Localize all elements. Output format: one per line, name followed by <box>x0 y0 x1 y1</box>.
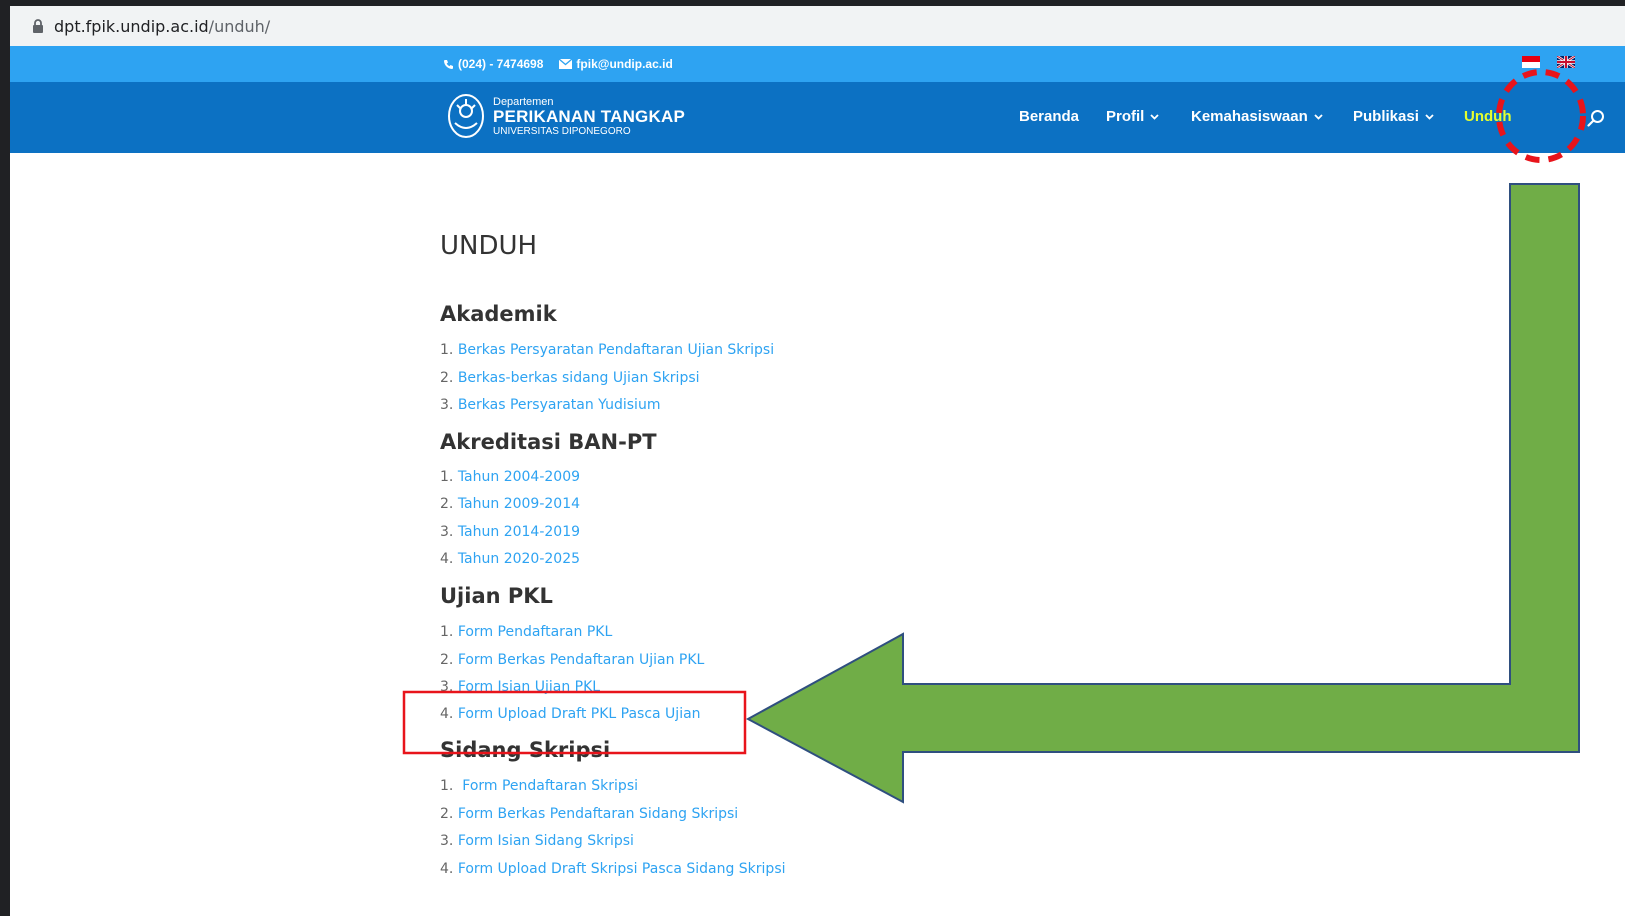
nav-kemahasiswaan[interactable]: Kemahasiswaan <box>1191 108 1323 125</box>
list-item: 4. Tahun 2020-2025 <box>440 551 580 567</box>
list-item: 1. Tahun 2004-2009 <box>440 469 580 485</box>
download-link[interactable]: Tahun 2004-2009 <box>458 469 580 485</box>
section-title-akademik: Akademik <box>440 302 557 326</box>
phone-text: (024) - 7474698 <box>458 57 544 71</box>
item-number: 1. <box>440 778 454 794</box>
url-path: /unduh/ <box>208 17 271 36</box>
download-link[interactable]: Tahun 2014-2019 <box>458 524 580 540</box>
download-link[interactable]: Berkas Persyaratan Yudisium <box>458 397 661 413</box>
undip-seal-icon <box>448 94 484 138</box>
item-number: 2. <box>440 370 454 386</box>
browser-window: dpt.fpik.undip.ac.id/unduh/ (024) - 7474… <box>10 6 1625 916</box>
item-number: 3. <box>440 524 454 540</box>
list-item: 3. Berkas Persyaratan Yudisium <box>440 397 660 413</box>
nav-profil-label: Profil <box>1106 108 1145 125</box>
item-number: 4. <box>440 861 454 877</box>
nav-unduh[interactable]: Unduh <box>1464 108 1511 125</box>
chevron-down-icon <box>1425 113 1434 120</box>
item-number: 1. <box>440 624 454 640</box>
list-item: 3. Form Isian Sidang Skripsi <box>440 833 634 849</box>
email-contact[interactable]: fpik@undip.ac.id <box>559 57 673 71</box>
item-number: 1. <box>440 342 454 358</box>
flag-id-icon[interactable] <box>1522 56 1540 68</box>
logo-line3: UNIVERSITAS DIPONEGORO <box>493 125 631 137</box>
chevron-down-icon <box>1150 113 1159 120</box>
list-item: 2. Tahun 2009-2014 <box>440 496 580 512</box>
list-item: 3. Form Isian Ujian PKL <box>440 679 600 695</box>
nav-publikasi[interactable]: Publikasi <box>1353 108 1434 125</box>
download-link[interactable]: Tahun 2009-2014 <box>458 496 580 512</box>
page-title: UNDUH <box>440 231 538 261</box>
phone-contact: (024) - 7474698 <box>443 57 543 71</box>
section-title-sidang-skripsi: Sidang Skripsi <box>440 738 611 762</box>
site-logo[interactable]: Departemen PERIKANAN TANGKAP UNIVERSITAS… <box>447 93 685 139</box>
item-number: 3. <box>440 679 454 695</box>
list-item: 1. Berkas Persyaratan Pendaftaran Ujian … <box>440 342 774 358</box>
nav-unduh-label: Unduh <box>1464 108 1512 125</box>
url-text[interactable]: dpt.fpik.undip.ac.id/unduh/ <box>54 17 270 36</box>
chevron-down-icon <box>1314 113 1323 120</box>
lock-icon <box>33 19 43 33</box>
logo-line1: Departemen <box>493 95 554 108</box>
list-item: 2. Berkas-berkas sidang Ujian Skripsi <box>440 370 700 386</box>
email-icon <box>559 59 573 69</box>
logo-line2: PERIKANAN TANGKAP <box>493 106 685 126</box>
top-contact-bar: (024) - 7474698 fpik@undip.ac.id <box>10 46 1625 82</box>
download-link[interactable]: Tahun 2020-2025 <box>458 551 580 567</box>
download-link[interactable]: Form Pendaftaran PKL <box>458 624 612 640</box>
nav-kemahasiswaan-label: Kemahasiswaan <box>1191 108 1308 125</box>
download-link[interactable]: Berkas-berkas sidang Ujian Skripsi <box>458 370 700 386</box>
search-icon[interactable] <box>1587 109 1605 127</box>
download-link[interactable]: Form Upload Draft Skripsi Pasca Sidang S… <box>458 861 786 877</box>
list-item: 1. Form Pendaftaran Skripsi <box>440 778 638 794</box>
download-link[interactable]: Form Upload Draft PKL Pasca Ujian <box>458 706 701 722</box>
section-title-akreditasi: Akreditasi BAN-PT <box>440 430 657 454</box>
list-item: 4. Form Upload Draft PKL Pasca Ujian <box>440 706 701 722</box>
list-item: 2. Form Berkas Pendaftaran Ujian PKL <box>440 652 704 668</box>
phone-icon <box>444 59 453 69</box>
download-link[interactable]: Berkas Persyaratan Pendaftaran Ujian Skr… <box>458 342 774 358</box>
list-item: 2. Form Berkas Pendaftaran Sidang Skrips… <box>440 806 738 822</box>
nav-beranda[interactable]: Beranda <box>1019 108 1079 125</box>
item-number: 2. <box>440 806 454 822</box>
download-link[interactable]: Form Isian Ujian PKL <box>458 679 600 695</box>
address-bar[interactable]: dpt.fpik.undip.ac.id/unduh/ <box>10 6 1625 46</box>
nav-profil[interactable]: Profil <box>1106 108 1159 125</box>
list-item: 4. Form Upload Draft Skripsi Pasca Sidan… <box>440 861 786 877</box>
nav-beranda-label: Beranda <box>1019 108 1080 125</box>
section-title-ujian-pkl: Ujian PKL <box>440 584 553 608</box>
list-item: 1. Form Pendaftaran PKL <box>440 624 612 640</box>
flag-uk-icon[interactable] <box>1557 56 1575 68</box>
item-number: 3. <box>440 397 454 413</box>
email-text: fpik@undip.ac.id <box>576 57 673 71</box>
item-number: 4. <box>440 551 454 567</box>
download-link[interactable]: Form Isian Sidang Skripsi <box>458 833 634 849</box>
url-host: dpt.fpik.undip.ac.id <box>54 17 209 36</box>
nav-publikasi-label: Publikasi <box>1353 108 1419 125</box>
item-number: 3. <box>440 833 454 849</box>
download-link[interactable]: Form Berkas Pendaftaran Sidang Skripsi <box>458 806 738 822</box>
item-number: 2. <box>440 652 454 668</box>
main-header: Departemen PERIKANAN TANGKAP UNIVERSITAS… <box>10 82 1625 153</box>
download-link[interactable]: Form Pendaftaran Skripsi <box>462 778 638 794</box>
item-number: 1. <box>440 469 454 485</box>
item-number: 4. <box>440 706 454 722</box>
download-link[interactable]: Form Berkas Pendaftaran Ujian PKL <box>458 652 705 668</box>
item-number: 2. <box>440 496 454 512</box>
list-item: 3. Tahun 2014-2019 <box>440 524 580 540</box>
